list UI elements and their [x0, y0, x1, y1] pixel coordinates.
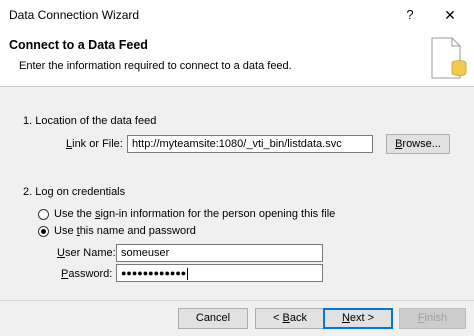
help-button[interactable]: ? — [398, 4, 422, 26]
finish-button[interactable]: Finish — [399, 308, 466, 329]
page-subtitle: Enter the information required to connec… — [19, 60, 292, 72]
title-bar: Data Connection Wizard ? ✕ — [0, 0, 474, 30]
password-label: Password: — [61, 268, 113, 280]
browse-button[interactable]: Browse... — [386, 134, 450, 154]
back-button[interactable]: < Back — [255, 308, 325, 329]
link-or-file-label: Link or File: — [66, 138, 123, 150]
credentials-section-label: 2. Log on credentials — [23, 186, 126, 198]
wizard-header: Connect to a Data Feed Enter the informa… — [0, 30, 474, 86]
radio-name-and-password-label[interactable]: Use this name and password — [54, 225, 196, 237]
radio-sign-in-info[interactable] — [38, 209, 49, 220]
radio-selected-dot — [41, 229, 46, 234]
data-feed-document-icon — [431, 37, 467, 79]
footer-divider — [0, 300, 474, 301]
radio-sign-in-info-label[interactable]: Use the sign-in information for the pers… — [54, 208, 335, 220]
link-or-file-input[interactable]: http://myteamsite:1080/_vti_bin/listdata… — [127, 135, 373, 153]
wizard-body: 1. Location of the data feed Link or Fil… — [0, 86, 474, 336]
password-input[interactable]: ●●●●●●●●●●●● — [116, 264, 323, 282]
location-section-label: 1. Location of the data feed — [23, 115, 157, 127]
user-name-label: User Name: — [57, 247, 116, 259]
window-title: Data Connection Wizard — [9, 8, 140, 22]
cancel-button[interactable]: Cancel — [178, 308, 248, 329]
next-button[interactable]: Next > — [323, 308, 393, 329]
radio-name-and-password[interactable] — [38, 226, 49, 237]
close-button[interactable]: ✕ — [434, 4, 466, 26]
user-name-input[interactable]: someuser — [116, 244, 323, 262]
text-cursor — [187, 267, 189, 280]
page-title: Connect to a Data Feed — [9, 38, 148, 52]
